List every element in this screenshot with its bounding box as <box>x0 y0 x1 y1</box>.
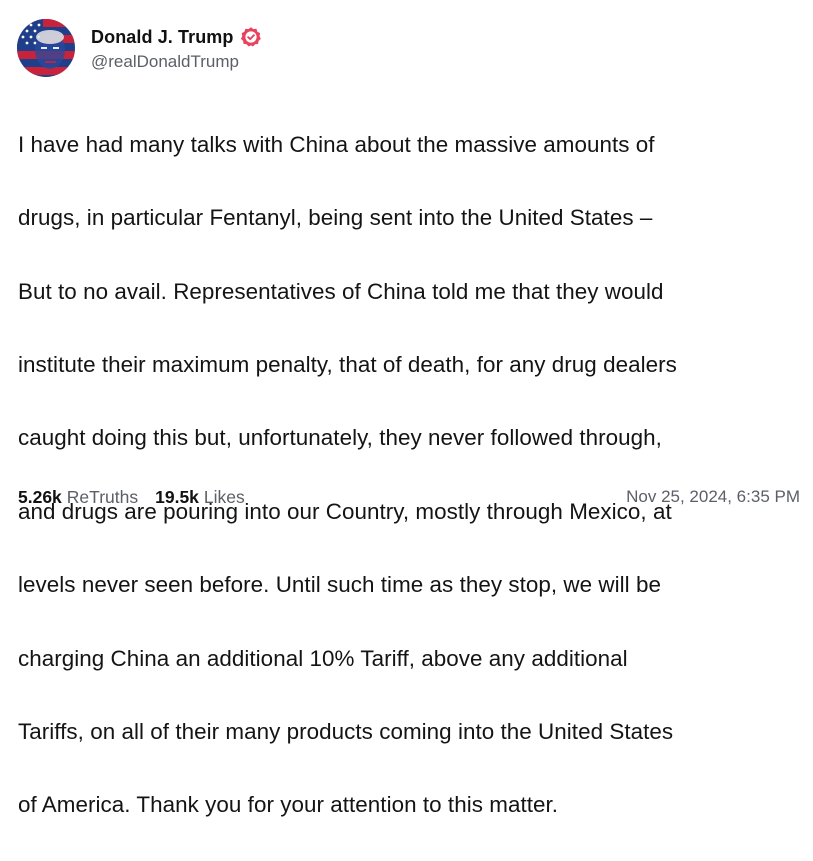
post-text-line: institute their maximum penalty, that of… <box>18 351 677 377</box>
display-name[interactable]: Donald J. Trump <box>91 27 234 48</box>
retruths-label: ReTruths <box>66 486 139 507</box>
name-row: Donald J. Trump <box>91 24 262 50</box>
post-text-line: I have had many talks with China about t… <box>18 131 655 157</box>
post-timestamp[interactable]: Nov 25, 2024, 6:35 PM <box>626 487 800 507</box>
verified-badge-icon <box>240 26 262 48</box>
post-text-line: Tariffs, on all of their many products c… <box>18 718 674 744</box>
post-text-line: caught doing this but, unfortunately, th… <box>18 425 662 451</box>
likes-label: Likes <box>203 486 245 507</box>
likes-count: 19.5k <box>155 486 199 507</box>
author-handle[interactable]: @realDonaldTrump <box>91 52 262 72</box>
post-text-line: But to no avail. Representatives of Chin… <box>18 278 664 304</box>
avatar-image <box>17 19 75 77</box>
retruths-stat[interactable]: 5.26k ReTruths <box>18 487 138 508</box>
post-body: I have had many talks with China about t… <box>18 90 803 861</box>
likes-stat[interactable]: 19.5k Likes <box>155 487 245 508</box>
avatar[interactable] <box>17 19 75 77</box>
post-text-line: charging China an additional 10% Tariff,… <box>18 645 628 671</box>
post-footer: 5.26k ReTruths 19.5k Likes Nov 25, 2024,… <box>18 484 800 510</box>
post-header: Donald J. Trump @realDonaldTrump <box>17 18 262 78</box>
post-text-line: levels never seen before. Until such tim… <box>18 572 661 598</box>
retruths-count: 5.26k <box>18 486 62 507</box>
post-text-line: drugs, in particular Fentanyl, being sen… <box>18 205 653 231</box>
post-text-line: of America. Thank you for your attention… <box>18 792 559 818</box>
author-identity: Donald J. Trump @realDonaldTrump <box>91 24 262 72</box>
post-card: Donald J. Trump @realDonaldTrump I have … <box>0 0 813 817</box>
